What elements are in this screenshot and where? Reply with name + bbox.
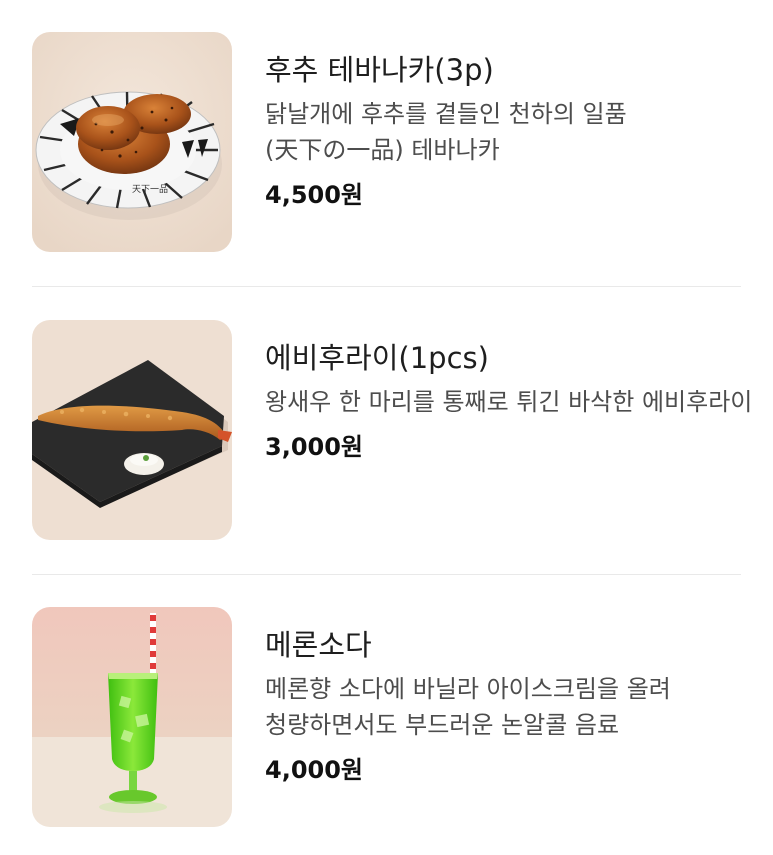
menu-item-info: 후추 테바나카(3p) 닭날개에 후추를 곁들인 천하의 일품(天下の一品) 테… — [265, 50, 755, 212]
fried-chicken-wings-photo: 天下一品 — [32, 32, 232, 252]
menu-list: 天下一品 후추 테바나카(3p) 닭날개에 후추를 곁들인 천하의 일품(天下の… — [0, 0, 773, 855]
menu-item-description: 닭날개에 후추를 곁들인 천하의 일품(天下の一品) 테바나카 — [265, 100, 627, 164]
menu-item-info: 메론소다 메론향 소다에 바닐라 아이스크림을 올려 청량하면서도 부드러운 논… — [265, 625, 755, 787]
divider — [32, 286, 741, 287]
menu-item-description: 메론향 소다에 바닐라 아이스크림을 올려 청량하면서도 부드러운 논알콜 음료 — [265, 675, 671, 739]
menu-item-name: 메론소다 — [265, 628, 372, 662]
menu-item-price: 3,000원 — [265, 433, 363, 461]
menu-item-info: 에비후라이(1pcs) 왕새우 한 마리를 통째로 튀긴 바삭한 에비후라이 3… — [265, 338, 755, 464]
fried-shrimp-photo — [32, 320, 232, 540]
menu-item[interactable]: 天下一品 후추 테바나카(3p) 닭날개에 후추를 곁들인 천하의 일품(天下の… — [0, 22, 773, 262]
divider — [32, 574, 741, 575]
menu-item-price: 4,500원 — [265, 181, 363, 209]
menu-item-name: 에비후라이(1pcs) — [265, 341, 489, 375]
menu-item[interactable]: 에비후라이(1pcs) 왕새우 한 마리를 통째로 튀긴 바삭한 에비후라이 3… — [0, 310, 773, 550]
menu-item-description: 왕새우 한 마리를 통째로 튀긴 바삭한 에비후라이 — [265, 388, 753, 416]
menu-item[interactable]: 메론소다 메론향 소다에 바닐라 아이스크림을 올려 청량하면서도 부드러운 논… — [0, 597, 773, 837]
melon-soda-photo — [32, 607, 232, 827]
menu-item-name: 후추 테바나카(3p) — [265, 53, 494, 87]
plate-text: 天下一品 — [132, 184, 168, 195]
menu-item-price: 4,000원 — [265, 756, 363, 784]
